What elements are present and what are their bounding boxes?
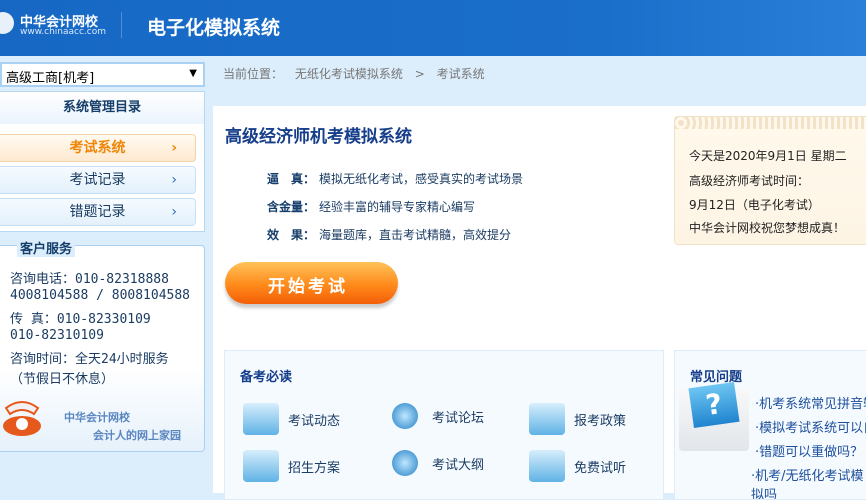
faq-link[interactable]: ·错题可以重做吗？ <box>755 441 863 460</box>
chevron-right-icon: › <box>171 172 177 188</box>
compass-icon <box>392 403 418 429</box>
breadcrumb-item[interactable]: 无纸化考试模拟系统 <box>295 67 403 81</box>
logo-icon <box>0 12 14 34</box>
slogan: 会计人的网上家园 <box>93 429 181 442</box>
service-line: 咨询时间：全天24小时服务 <box>10 352 169 367</box>
link-label: 考试论坛 <box>432 410 485 426</box>
breadcrumb-separator: > <box>414 67 425 81</box>
link-syllabus[interactable]: 考试大纲 <box>386 450 484 476</box>
link-label: 报考政策 <box>574 413 627 429</box>
subject-select[interactable]: 高级工商[机考] ▼ <box>0 62 205 87</box>
menu-title: 系统管理目录 <box>0 92 204 124</box>
notice-line: 9月12日（电子化考试） <box>689 198 820 212</box>
select-value: 高级工商[机考] <box>6 71 95 86</box>
panel-title: 备考必读 <box>240 370 293 385</box>
menu-item-label: 错题记录 <box>69 204 126 220</box>
logo-url: www.chinaacc.com <box>20 27 106 37</box>
notice-line: 中华会计网校祝您梦想成真！ <box>689 221 846 235</box>
feature-key: 逼 真： <box>267 172 316 186</box>
link-exam-news[interactable]: 考试动态 <box>243 403 340 435</box>
feature-value: 经验丰富的辅导专家精心编写 <box>319 200 476 214</box>
faq-panel: 常见问题 ? ·机考系统常见拼音输 ·模拟考试系统可以自 ·错题可以重做吗？ ·… <box>674 350 866 500</box>
notice-box: 今天是2020年9月1日 星期二 高级经济师考试时间： 9月12日（电子化考试）… <box>674 116 866 245</box>
breadcrumb: 当前位置： 无纸化考试模拟系统 > 考试系统 <box>223 65 493 82</box>
feature-key: 效 果： <box>267 228 316 242</box>
star-box-icon <box>529 403 565 435</box>
link-enrollment[interactable]: 招生方案 <box>243 450 340 482</box>
link-free-trial[interactable]: 免费试听 <box>529 450 626 482</box>
service-line: 咨询电话：010-82318888 <box>10 272 169 287</box>
customer-service-box: 客户服务 咨询电话：010-82318888 4008104588 / 8008… <box>0 238 205 452</box>
feature-item: 效 果： 海量题库，直击考试精髓，高效提分 <box>267 226 511 243</box>
link-label: 免费试听 <box>574 460 627 476</box>
globe-book-icon <box>392 450 418 476</box>
breadcrumb-item: 考试系统 <box>436 67 485 81</box>
chevron-right-icon: › <box>171 204 177 220</box>
menu-item-exam-system[interactable]: 考试系统 › <box>0 134 196 162</box>
feature-item: 含金量： 经验丰富的辅导专家精心编写 <box>267 198 475 215</box>
service-line: 传 真：010-82330109 <box>10 312 151 327</box>
breadcrumb-label: 当前位置： <box>223 67 284 81</box>
divider <box>121 12 122 38</box>
question-envelope-icon: ? <box>679 381 749 451</box>
notice-line: 高级经济师考试时间： <box>689 174 810 188</box>
link-policy[interactable]: 报考政策 <box>529 403 626 435</box>
menu-item-label: 考试系统 <box>69 140 126 156</box>
slogan: 中华会计网校 <box>64 411 130 424</box>
link-label: 考试大纲 <box>432 457 485 473</box>
chevron-right-icon: › <box>171 140 177 156</box>
start-exam-button[interactable]: 开始考试 <box>225 262 398 304</box>
feature-key: 含金量： <box>267 200 316 214</box>
faq-link[interactable]: ·机考/无纸化考试模拟吗 <box>751 465 866 499</box>
faq-link[interactable]: ·机考系统常见拼音输 <box>755 393 866 412</box>
chevron-down-icon: ▼ <box>189 68 197 79</box>
main-panel: 高级经济师机考模拟系统 逼 真： 模拟无纸化考试，感受真实的考试场景 含金量： 经验… <box>213 106 866 500</box>
exam-guide-panel: 备考必读 考试动态 考试论坛 报考政策 招生方案 考试大纲 免费试听 <box>224 350 664 500</box>
app-title: 电子化模拟系统 <box>147 17 281 39</box>
link-exam-forum[interactable]: 考试论坛 <box>386 403 484 429</box>
service-line: 4008104588 / 8008104588 <box>10 288 191 303</box>
customer-service-title: 客户服务 <box>17 238 76 257</box>
decorative-border <box>675 117 866 129</box>
panel-title: 常见问题 <box>690 370 743 385</box>
page-title: 高级经济师机考模拟系统 <box>225 127 412 147</box>
laptop-globe-icon <box>529 450 565 482</box>
feature-value: 海量题库，直击考试精髓，高效提分 <box>319 228 512 242</box>
service-line: 010-82310109 <box>10 328 104 343</box>
chinaacc-logo[interactable]: 中华会计网校 www.chinaacc.com <box>0 10 110 40</box>
certificate-icon <box>243 450 279 482</box>
menu-item-wrong-questions[interactable]: 错题记录 › <box>0 198 196 226</box>
system-menu: 系统管理目录 考试系统 › 考试记录 › 错题记录 › <box>0 91 205 232</box>
folder-icon <box>243 403 279 435</box>
menu-item-exam-records[interactable]: 考试记录 › <box>0 166 196 194</box>
feature-item: 逼 真： 模拟无纸化考试，感受真实的考试场景 <box>267 170 523 187</box>
service-line: （节假日不休息） <box>10 372 115 387</box>
telephone-icon <box>3 401 41 436</box>
header: 中华会计网校 www.chinaacc.com 电子化模拟系统 <box>0 0 866 56</box>
link-label: 招生方案 <box>288 460 341 476</box>
menu-item-label: 考试记录 <box>69 172 126 188</box>
link-label: 考试动态 <box>288 413 341 429</box>
faq-link[interactable]: ·模拟考试系统可以自 <box>755 417 866 436</box>
notice-line: 今天是2020年9月1日 星期二 <box>689 149 847 163</box>
question-mark: ? <box>688 381 740 429</box>
feature-value: 模拟无纸化考试，感受真实的考试场景 <box>319 172 524 186</box>
